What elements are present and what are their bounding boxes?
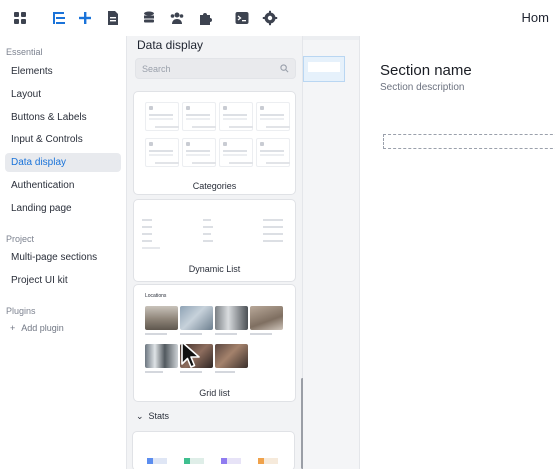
sidebar-item-elements[interactable]: Elements — [5, 62, 121, 81]
section-label-plugins: Plugins — [6, 306, 36, 316]
component-card-stats[interactable] — [132, 431, 295, 469]
chevron-down-icon: ⌄ — [136, 410, 144, 421]
thumbnail-block — [182, 102, 216, 131]
stat-chip — [221, 458, 241, 464]
panel-title: Data display — [137, 38, 204, 52]
page-icon[interactable] — [104, 9, 122, 27]
add-plugin-button[interactable]: + Add plugin — [10, 323, 64, 333]
search-input[interactable]: Search — [135, 58, 296, 79]
thumbnail-line — [263, 233, 283, 235]
stat-chip — [258, 458, 278, 464]
thumbnail-line — [142, 247, 160, 249]
image-caption — [145, 333, 167, 335]
stat-chip — [184, 458, 204, 464]
drop-zone[interactable] — [383, 134, 555, 149]
component-card-grid-list[interactable]: Locations Grid list — [133, 284, 296, 402]
building-image — [145, 306, 178, 330]
image-caption — [215, 371, 235, 373]
thumbnail-line — [203, 240, 213, 242]
thumbnail-line — [203, 219, 211, 221]
design-canvas[interactable]: Section name Section description — [303, 36, 555, 469]
stats-section-header[interactable]: ⌄ Stats — [126, 406, 303, 426]
thumbnail-block — [182, 138, 216, 167]
categories-thumbnail — [139, 97, 290, 172]
section-label-project: Project — [6, 234, 35, 244]
thumbnail-line — [142, 240, 152, 242]
selected-block-inner — [308, 62, 340, 72]
sidebar-item-data-display[interactable]: Data display — [5, 153, 121, 172]
image-caption — [180, 333, 202, 335]
thumbnail-line — [203, 226, 213, 228]
thumbnail-line — [142, 226, 152, 228]
puzzle-icon[interactable] — [197, 9, 215, 27]
home-label[interactable]: Hom — [522, 10, 549, 25]
mouse-cursor-icon — [181, 341, 200, 368]
building-image — [215, 344, 248, 368]
dynamic-list-thumbnail — [139, 205, 290, 260]
left-sidebar: Essential Elements Layout Buttons & Labe… — [0, 36, 126, 469]
card-label-dynamic-list: Dynamic List — [188, 264, 241, 274]
sidebar-item-input-controls[interactable]: Input & Controls — [5, 130, 121, 149]
gear-icon[interactable] — [261, 9, 279, 27]
image-caption — [250, 333, 272, 335]
thumbnail-block — [256, 138, 290, 167]
thumbnail-block — [219, 138, 253, 167]
plus-icon[interactable] — [76, 9, 94, 27]
layers-icon[interactable] — [50, 9, 68, 27]
thumbnail-line — [263, 226, 283, 228]
thumbnail-line — [263, 240, 283, 242]
grid-list-heading: Locations — [145, 293, 167, 299]
search-placeholder: Search — [142, 63, 171, 74]
selected-block[interactable] — [303, 56, 345, 82]
section-title[interactable]: Section name — [380, 62, 472, 79]
plus-icon: + — [10, 323, 16, 333]
image-caption — [180, 371, 202, 373]
grid-icon[interactable] — [11, 9, 29, 27]
thumbnail-block — [145, 102, 179, 131]
card-label-categories: Categories — [192, 181, 237, 191]
image-caption — [215, 333, 237, 335]
thumbnail-block — [219, 102, 253, 131]
thumbnail-line — [263, 219, 283, 221]
image-caption — [145, 371, 163, 373]
component-card-dynamic-list[interactable]: Dynamic List — [133, 199, 296, 282]
sidebar-item-landing-page[interactable]: Landing page — [5, 199, 121, 218]
stats-label: Stats — [148, 411, 170, 421]
thumbnail-block — [256, 102, 290, 131]
add-plugin-label: Add plugin — [21, 323, 64, 333]
sidebar-item-multi-page-sections[interactable]: Multi-page sections — [5, 248, 121, 267]
sidebar-item-authentication[interactable]: Authentication — [5, 176, 121, 195]
page-preview: Section name Section description — [359, 36, 555, 469]
users-icon[interactable] — [168, 9, 186, 27]
building-image — [250, 306, 283, 330]
sidebar-item-buttons-labels[interactable]: Buttons & Labels — [5, 108, 121, 127]
app-window: Hom Essential Elements Layout Buttons & … — [0, 0, 555, 469]
terminal-icon[interactable] — [233, 9, 251, 27]
database-icon[interactable] — [140, 9, 158, 27]
building-image — [145, 344, 178, 368]
section-label-essential: Essential — [6, 47, 43, 57]
sidebar-item-project-ui-kit[interactable]: Project UI kit — [5, 271, 121, 290]
top-toolbar: Hom — [0, 0, 555, 36]
stat-chip — [147, 458, 167, 464]
thumbnail-line — [142, 233, 152, 235]
search-icon — [280, 64, 289, 73]
data-display-panel: Data display Search Categories Dynamic L… — [126, 36, 304, 469]
building-image — [180, 306, 213, 330]
building-image — [215, 306, 248, 330]
sidebar-item-layout[interactable]: Layout — [5, 85, 121, 104]
section-description[interactable]: Section description — [380, 82, 465, 93]
thumbnail-line — [142, 219, 152, 221]
grid-list-thumbnail: Locations — [139, 290, 290, 380]
thumbnail-line — [203, 233, 211, 235]
component-card-categories[interactable]: Categories — [133, 91, 296, 195]
thumbnail-block — [145, 138, 179, 167]
card-label-grid-list: Grid list — [199, 388, 230, 398]
